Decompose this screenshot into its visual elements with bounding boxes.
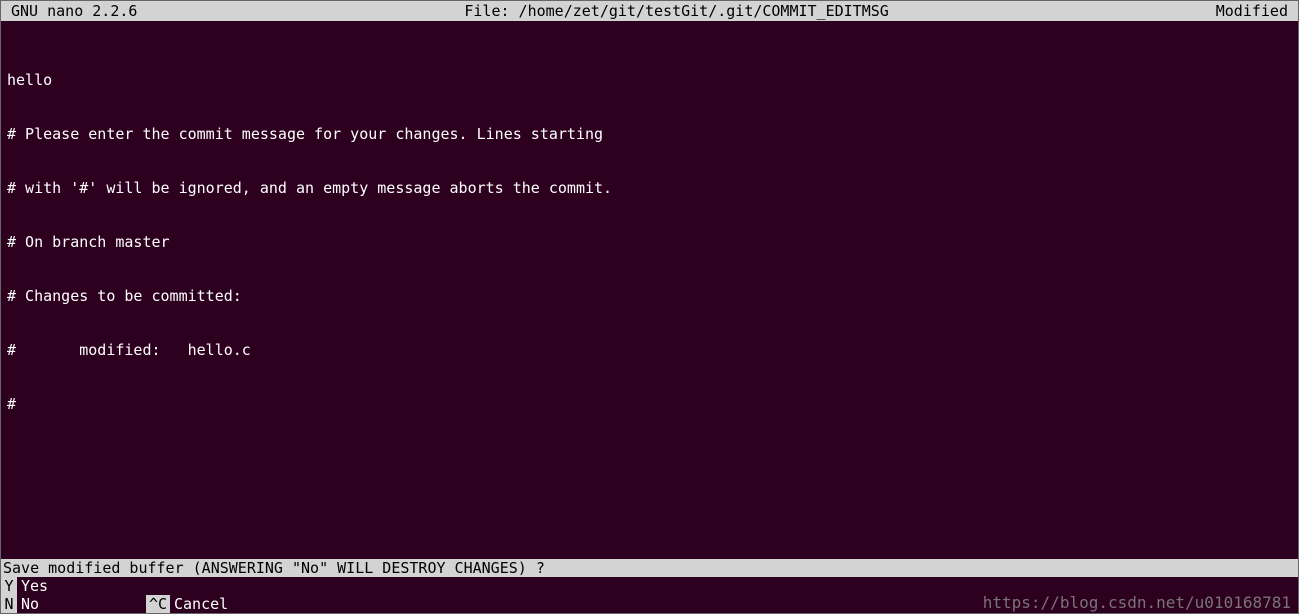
watermark-text: https://blog.csdn.net/u010168781 xyxy=(983,593,1291,612)
editor-line: # Please enter the commit message for yo… xyxy=(7,125,1292,143)
key-y: Y xyxy=(1,577,17,595)
editor-line: # modified: hello.c xyxy=(7,341,1292,359)
app-name-version: GNU nano 2.2.6 xyxy=(5,1,137,21)
file-path: File: /home/zet/git/testGit/.git/COMMIT_… xyxy=(137,1,1215,21)
shortcut-yes[interactable]: Y Yes xyxy=(1,577,146,595)
shortcut-label-yes: Yes xyxy=(21,577,48,595)
editor-line: # On branch master xyxy=(7,233,1292,251)
key-n: N xyxy=(1,595,17,613)
editor-line: # Changes to be committed: xyxy=(7,287,1292,305)
save-prompt: Save modified buffer (ANSWERING "No" WIL… xyxy=(1,559,1298,577)
editor-line: # with '#' will be ignored, and an empty… xyxy=(7,179,1292,197)
modified-status: Modified xyxy=(1216,1,1294,21)
editor-line: # xyxy=(7,395,1292,413)
title-bar: GNU nano 2.2.6 File: /home/zet/git/testG… xyxy=(1,1,1298,21)
editor-text-area[interactable]: hello # Please enter the commit message … xyxy=(1,21,1298,559)
editor-line: hello xyxy=(7,71,1292,89)
shortcut-no[interactable]: N No xyxy=(1,595,146,613)
shortcut-label-no: No xyxy=(21,595,39,613)
key-ctrl-c: ^C xyxy=(146,595,170,613)
shortcut-cancel[interactable]: ^C Cancel xyxy=(146,595,291,613)
shortcut-label-cancel: Cancel xyxy=(174,595,228,613)
nano-editor-terminal: GNU nano 2.2.6 File: /home/zet/git/testG… xyxy=(0,0,1299,614)
